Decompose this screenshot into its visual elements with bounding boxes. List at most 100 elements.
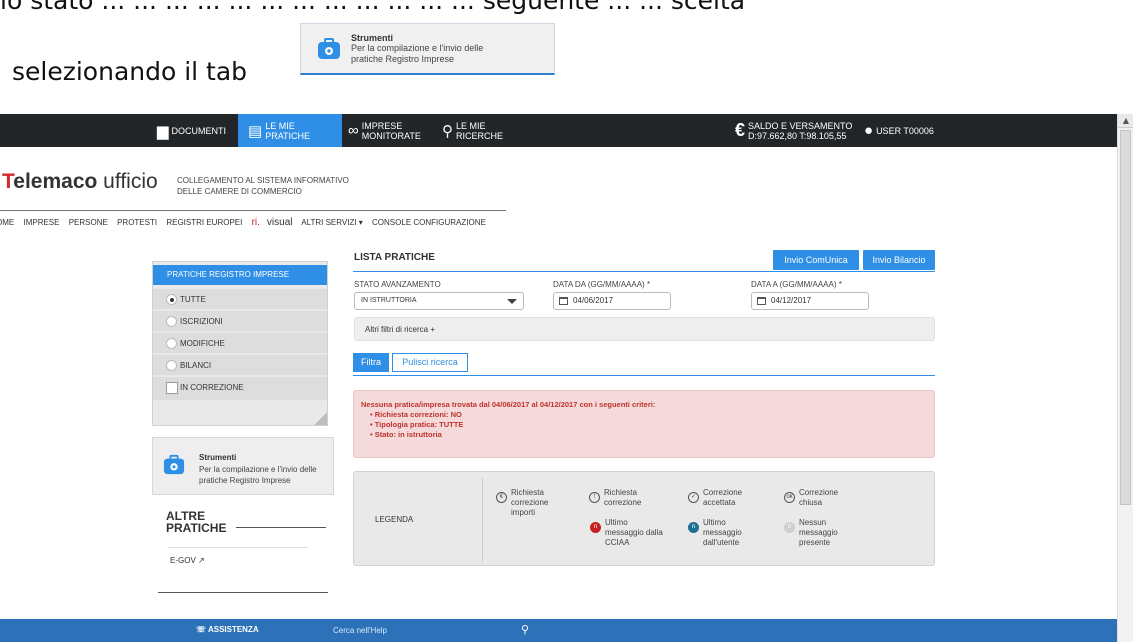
vertical-scrollbar[interactable]: ▲ <box>1117 114 1133 642</box>
exclamation-circle-icon: ! <box>589 492 600 503</box>
nav-documenti-label: DOCUMENTI <box>171 125 227 136</box>
strumenti-title: Strumenti <box>199 453 237 462</box>
footer-bar: ☏ ASSISTENZA Cerca nell'Help ⚲ <box>0 619 1117 642</box>
nav-documenti[interactable]: ▆ DOCUMENTI <box>157 114 226 147</box>
legend-ultimo-utente: n Ultimo messaggio dall'utente <box>688 518 742 548</box>
menu-visual: visual <box>266 217 293 228</box>
legend-text: CCIAA <box>605 538 630 547</box>
nav-saldo-line1: SALDO E VERSAMENTO <box>748 120 853 131</box>
legend-nessun-messaggio: n Nessun messaggio presente <box>784 518 838 548</box>
assistenza-link[interactable]: ☏ ASSISTENZA <box>196 625 259 634</box>
page-fold-decoration <box>314 412 327 425</box>
message-red-icon: n <box>590 522 601 533</box>
radio-icon <box>166 360 177 371</box>
search-icon[interactable]: ⚲ <box>521 623 529 636</box>
toolbox-gear-icon <box>318 37 340 59</box>
folder-icon: ▆ <box>157 122 169 140</box>
nav-imprese-line2: MONITORATE <box>361 130 421 141</box>
help-search-input[interactable]: Cerca nell'Help <box>333 626 387 635</box>
altre-divider <box>236 527 326 528</box>
data-da-input[interactable]: 04/06/2017 <box>553 292 671 310</box>
radio-bilanci[interactable]: BILANCI <box>153 355 327 376</box>
message-grey-icon: n <box>784 522 795 533</box>
calendar-icon <box>757 297 766 305</box>
data-a-label: DATA A (GG/MM/AAAA) * <box>751 280 842 289</box>
logo-elemaco: elemaco <box>13 170 98 193</box>
menu-console-configurazione[interactable]: CONSOLE CONFIGURAZIONE <box>372 218 486 227</box>
stato-avanzamento-label: STATO AVANZAMENTO <box>354 280 441 289</box>
legend-text: presente <box>799 538 831 547</box>
telemaco-logo[interactable]: Telemaco ufficio <box>2 170 158 194</box>
legend-text: correzione <box>604 498 642 507</box>
menu-registri-europei[interactable]: REGISTRI EUROPEI <box>166 218 242 227</box>
filter-divider <box>353 375 935 376</box>
data-a-value: 04/12/2017 <box>771 296 812 305</box>
no-results-alert: Nessuna pratica/impresa trovata dal 04/0… <box>353 390 935 458</box>
menu-altri-servizi[interactable]: ALTRI SERVIZI ▾ <box>301 218 363 227</box>
nav-saldo-line2: D:97.662,80 T:98.105,55 <box>748 130 847 141</box>
ok-circle-icon: ok <box>784 492 795 503</box>
legend-text: correzione <box>511 498 549 507</box>
brand-sub-line1: COLLEGAMENTO AL SISTEMA INFORMATIVO <box>177 176 349 185</box>
checkbox-in-correzione[interactable]: IN CORREZIONE <box>153 377 327 401</box>
pulisci-ricerca-button[interactable]: Pulisci ricerca <box>392 353 468 372</box>
alert-criterion: Tipologia pratica: TUTTE <box>370 420 934 430</box>
alert-headline: Nessuna pratica/impresa trovata dal 04/0… <box>361 400 656 409</box>
nav-imprese-line1: IMPRESE <box>361 120 403 131</box>
document-text-top: lo stato ... ... ... ... ... ... ... ...… <box>0 0 746 15</box>
callout-description: Per la compilazione e l'invio delle prat… <box>351 42 484 64</box>
egov-link[interactable]: E-GOV ↗ <box>170 556 205 565</box>
radio-tutte[interactable]: TUTTE <box>153 289 327 310</box>
stato-avanzamento-value: IN ISTRUTTORIA <box>361 297 417 304</box>
logo-t: T <box>2 170 14 193</box>
legend-text: Richiesta <box>604 488 637 497</box>
brand-subtitle: COLLEGAMENTO AL SISTEMA INFORMATIVO DELL… <box>177 175 349 197</box>
invio-comunica-button[interactable]: Invio ComUnica <box>773 250 859 270</box>
strumenti-tab[interactable]: Strumenti Per la compilazione e l'invio … <box>152 437 334 495</box>
legend-text: messaggio dalla <box>605 528 663 537</box>
legend-text: Correzione <box>703 488 743 497</box>
menu-home[interactable]: OME <box>0 218 14 227</box>
legend-text: Nessun <box>799 518 827 527</box>
radio-modifiche[interactable]: MODIFICHE <box>153 333 327 354</box>
toolbox-gear-icon <box>163 454 185 475</box>
radio-bilanci-label: BILANCI <box>180 361 212 370</box>
legend-ultimo-cciaa: n Ultimo messaggio dalla CCIAA <box>590 518 663 548</box>
menu-persone[interactable]: PERSONE <box>69 218 108 227</box>
checkbox-in-correzione-label: IN CORREZIONE <box>180 383 244 392</box>
page-title: LISTA PRATICHE <box>354 252 435 263</box>
menu-rivisual[interactable]: ri. visual <box>252 217 293 228</box>
title-divider <box>353 271 935 272</box>
filtra-button[interactable]: Filtra <box>353 353 389 372</box>
nav-saldo-versamento[interactable]: € SALDO E VERSAMENTO D:97.662,80 T:98.105… <box>735 114 852 147</box>
altri-filtri-toggle[interactable]: Altri filtri di ricerca + <box>354 317 935 341</box>
scrollbar-thumb[interactable] <box>1120 130 1131 505</box>
nav-user[interactable]: ● USER T00006 <box>864 114 934 147</box>
menu-protesti[interactable]: PROTESTI <box>117 218 157 227</box>
data-a-input[interactable]: 04/12/2017 <box>751 292 869 310</box>
scroll-up-arrow-icon[interactable]: ▲ <box>1118 114 1133 128</box>
altre-pratiche-heading: ALTRE PRATICHE <box>166 510 226 534</box>
legend-text: dall'utente <box>703 538 740 547</box>
panel-header: PRATICHE REGISTRO IMPRESE <box>153 265 327 285</box>
dropdown-caret-icon <box>507 299 517 304</box>
legend-correzione-accettata: ✓ Correzione accettata <box>688 488 743 508</box>
nav-le-mie-pratiche[interactable]: ▤ LE MIE PRATICHE <box>238 114 342 147</box>
menu-imprese[interactable]: IMPRESE <box>23 218 59 227</box>
legend-text: accettata <box>703 498 736 507</box>
euro-circle-icon: € <box>496 492 507 503</box>
legend-separator <box>482 478 483 562</box>
radio-tutte-label: TUTTE <box>180 295 206 304</box>
alert-criteria-list: Richiesta correzioni: NO Tipologia prati… <box>361 410 934 440</box>
invio-bilancio-button[interactable]: Invio Bilancio <box>863 250 935 270</box>
nav-le-mie-ricerche[interactable]: ⚲ LE MIE RICERCHE <box>442 114 503 147</box>
menu-ri: ri. <box>251 217 260 228</box>
stato-avanzamento-select[interactable]: IN ISTRUTTORIA <box>354 292 524 310</box>
radio-iscrizioni-label: ISCRIZIONI <box>180 317 223 326</box>
top-navigation-bar: ▆ DOCUMENTI ▤ LE MIE PRATICHE ∞ IMPRESE M… <box>0 114 1117 147</box>
message-blue-icon: n <box>688 522 699 533</box>
radio-iscrizioni[interactable]: ISCRIZIONI <box>153 311 327 332</box>
nav-imprese-monitorate[interactable]: ∞ IMPRESE MONITORATE <box>348 114 421 147</box>
legend-text: Correzione <box>799 488 839 497</box>
strumenti-tab-callout: Strumenti Per la compilazione e l'invio … <box>300 23 555 75</box>
